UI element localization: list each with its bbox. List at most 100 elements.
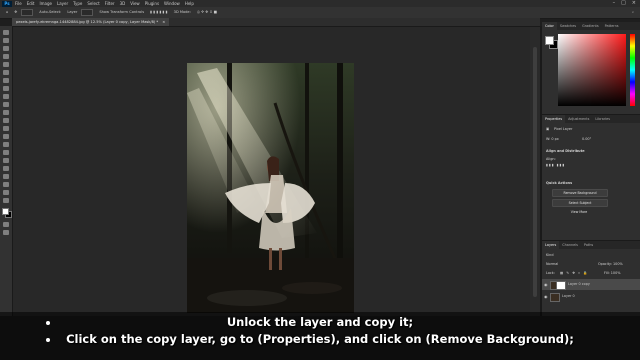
visibility-eye-icon[interactable]: ◉ xyxy=(544,279,548,290)
pen-tool[interactable] xyxy=(3,150,9,155)
select-subject-button[interactable]: Select Subject xyxy=(552,199,608,207)
menu-file[interactable]: File xyxy=(15,0,22,7)
layer-row-active[interactable]: ◉ Layer 0 copy xyxy=(542,279,640,290)
layer-name: Layer 0 copy xyxy=(568,282,590,286)
healing-brush-tool[interactable] xyxy=(3,86,9,91)
type-tool[interactable] xyxy=(3,158,9,163)
tab-gradients[interactable]: Gradients xyxy=(579,22,602,30)
tab-channels[interactable]: Channels xyxy=(559,241,581,249)
menu-bar: Ps File Edit Image Layer Type Select Fil… xyxy=(0,0,640,7)
align-buttons-panel[interactable]: ▮▮▮ ▮▮▮ xyxy=(546,163,565,167)
brush-tool[interactable] xyxy=(3,94,9,99)
menu-select[interactable]: Select xyxy=(87,0,99,7)
search-icon[interactable]: ⌕ xyxy=(632,7,634,18)
dodge-tool[interactable] xyxy=(3,142,9,147)
minimize-icon[interactable]: – xyxy=(613,0,616,7)
transform-w[interactable]: W: 0 px xyxy=(546,137,559,141)
mode-3d-label: 3D Mode: xyxy=(173,10,191,14)
menu-3d[interactable]: 3D xyxy=(120,0,126,7)
eyedropper-tool[interactable] xyxy=(3,78,9,83)
tab-adjustments[interactable]: Adjustments xyxy=(565,115,592,123)
align-buttons[interactable]: ▮ ▮ ▮ ▮ ▮ ▮ xyxy=(150,7,168,18)
3d-mode-buttons[interactable]: ◎ ✣ ✥ ⇕ ■ xyxy=(197,7,217,18)
view-more-button[interactable]: View More xyxy=(552,209,606,215)
canvas-scrollbar[interactable] xyxy=(530,27,540,316)
maximize-icon[interactable]: □ xyxy=(621,0,626,7)
hand-tool[interactable] xyxy=(3,182,9,187)
rectangle-tool[interactable] xyxy=(3,174,9,179)
frame-tool[interactable] xyxy=(3,70,9,75)
tab-libraries[interactable]: Libraries xyxy=(592,115,613,123)
transform-controls-label: Show Transform Controls xyxy=(99,10,145,14)
document-tab[interactable]: pexels-jarefy-ekremnga-14482884.jpg @ 12… xyxy=(12,18,170,26)
tab-paths[interactable]: Paths xyxy=(581,241,596,249)
close-window-icon[interactable]: × xyxy=(632,0,636,7)
pixel-layer-icon: ▣ xyxy=(546,127,550,131)
layer-name: Layer 0 xyxy=(562,294,575,298)
menu-help[interactable]: Help xyxy=(185,0,194,7)
menu-layer[interactable]: Layer xyxy=(57,0,68,7)
menu-edit[interactable]: Edit xyxy=(27,0,35,7)
transform-angle[interactable]: 0.00° xyxy=(582,137,591,141)
crop-tool[interactable] xyxy=(3,62,9,67)
path-selection-tool[interactable] xyxy=(3,166,9,171)
tab-layers[interactable]: Layers xyxy=(542,241,560,249)
align-title: Align and Distribute xyxy=(546,149,585,153)
clone-stamp-tool[interactable] xyxy=(3,102,9,107)
caption-line-2: Click on the copy layer, go to (Properti… xyxy=(66,332,574,346)
menu-type[interactable]: Type xyxy=(73,0,82,7)
layer-row[interactable]: ◉ Layer 0 xyxy=(542,291,640,302)
auto-select-checkbox[interactable] xyxy=(21,9,34,16)
lock-icons[interactable]: ▦ ✎ ✥ ⌗ 🔒 xyxy=(560,271,588,275)
transform-controls-checkbox[interactable] xyxy=(81,9,94,16)
close-tab-icon[interactable]: × xyxy=(162,20,165,24)
hue-slider[interactable] xyxy=(630,34,635,106)
visibility-eye-icon[interactable]: ◉ xyxy=(544,291,548,302)
layer-mask-thumbnail[interactable] xyxy=(556,281,566,290)
tool-bar xyxy=(0,26,13,316)
app-logo: Ps xyxy=(2,0,12,7)
object-selection-tool[interactable] xyxy=(3,54,9,59)
foreground-color-swatch[interactable] xyxy=(2,208,9,215)
eraser-tool[interactable] xyxy=(3,118,9,123)
remove-background-button[interactable]: Remove Background xyxy=(552,189,608,197)
forest-photo xyxy=(187,63,354,313)
tab-swatches[interactable]: Swatches xyxy=(557,22,579,30)
more-tools[interactable] xyxy=(3,198,9,203)
move-tool-icon[interactable]: ✥ xyxy=(14,7,17,18)
history-brush-tool[interactable] xyxy=(3,110,9,115)
scrollbar-thumb[interactable] xyxy=(533,47,537,297)
tab-color[interactable]: Color xyxy=(542,22,557,30)
fill-field[interactable]: Fill: 100% xyxy=(604,271,620,275)
lock-label: Lock: xyxy=(546,271,555,275)
tab-properties[interactable]: Properties xyxy=(542,115,566,123)
blend-mode-select[interactable]: Normal xyxy=(546,262,558,266)
home-icon[interactable]: ⌂ xyxy=(6,7,8,18)
document-tab-bar: pexels-jarefy-ekremnga-14482884.jpg @ 12… xyxy=(12,18,540,27)
menu-view[interactable]: View xyxy=(130,0,140,7)
caption-line-1: Unlock the layer and copy it; xyxy=(226,315,414,329)
tutorial-caption: Unlock the layer and copy it; Click on t… xyxy=(0,312,640,360)
quick-mask-tool[interactable] xyxy=(3,222,9,227)
color-field[interactable] xyxy=(558,34,626,106)
properties-tabs: Properties Adjustments Libraries xyxy=(542,115,640,123)
tab-patterns[interactable]: Patterns xyxy=(602,22,622,30)
menu-window[interactable]: Window xyxy=(164,0,180,7)
zoom-tool[interactable] xyxy=(3,190,9,195)
opacity-field[interactable]: Opacity: 100% xyxy=(598,262,623,266)
filter-kind-select[interactable]: Kind xyxy=(546,253,553,257)
blur-tool[interactable] xyxy=(3,134,9,139)
gradient-tool[interactable] xyxy=(3,126,9,131)
marquee-tool[interactable] xyxy=(3,38,9,43)
menu-filter[interactable]: Filter xyxy=(105,0,115,7)
layer-select[interactable]: Layer xyxy=(67,7,77,18)
menu-image[interactable]: Image xyxy=(39,0,52,7)
move-tool[interactable] xyxy=(3,30,9,35)
auto-select-label: Auto-Select: xyxy=(39,10,62,14)
panel-foreground-swatch[interactable] xyxy=(545,36,554,45)
align-sub: Align: xyxy=(546,157,556,161)
menu-plugins[interactable]: Plugins xyxy=(145,0,159,7)
document-image[interactable] xyxy=(187,63,354,313)
screen-mode-tool[interactable] xyxy=(3,230,9,235)
lasso-tool[interactable] xyxy=(3,46,9,51)
